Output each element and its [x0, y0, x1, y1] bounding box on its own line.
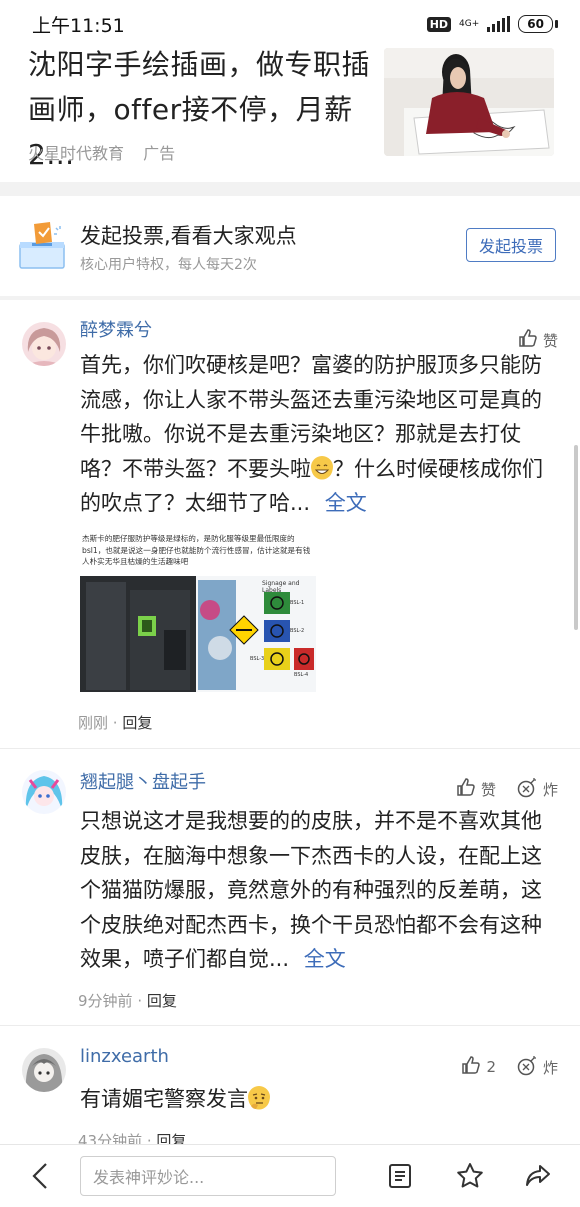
like-button[interactable]: 赞 [456, 777, 496, 801]
image-level-2: BSL-2 [290, 628, 305, 634]
comment-body: 只想说这才是我想要的的皮肤，并不是不喜欢其他皮肤，在脑海中想象一下杰西卡的人设，… [80, 804, 558, 977]
hd-badge: HD [426, 16, 452, 32]
reply-button[interactable]: 回复 [156, 1132, 186, 1144]
comment-time: 9分钟前 [78, 992, 133, 1010]
thinking-emoji-icon [248, 1086, 270, 1110]
comment-body: 有请媚宅警察发言 [80, 1082, 558, 1117]
section-divider [0, 182, 580, 196]
ad-tag: 广告 [143, 144, 176, 163]
network-label: 4G+ [459, 19, 480, 29]
image-level-4: BSL-4 [294, 672, 309, 678]
avatar[interactable] [22, 770, 66, 814]
grinning-emoji-icon [311, 455, 333, 479]
comment-username[interactable]: 醉梦霖兮 [80, 316, 152, 342]
start-vote-button[interactable]: 发起投票 [466, 228, 556, 262]
comment-meta: 刚刚 · 回复 [78, 714, 153, 732]
comment-username[interactable]: linzxearth [80, 1046, 169, 1067]
comment-time: 刚刚 [78, 714, 109, 732]
comment-input-placeholder: 发表神评妙论... [93, 1168, 205, 1187]
image-level-3: BSL-3 [250, 656, 265, 662]
reply-button[interactable]: 回复 [147, 992, 177, 1010]
ballot-box-icon [16, 220, 68, 270]
comment-divider [0, 1025, 580, 1026]
status-indicators: HD 4G+ 60 [426, 15, 558, 33]
ad-source: 火星时代教育 [28, 144, 125, 163]
bomb-button[interactable]: 炸 [516, 776, 558, 802]
image-panel-title: Signage and Labels [262, 580, 300, 594]
bomb-label: 炸 [542, 780, 558, 799]
comment-item: 翘起腿丶盘起手 赞 炸 只想说这才是我想要的的皮肤，并不是不喜欢其他皮肤，在脑海… [0, 752, 580, 1022]
comment-username[interactable]: 翘起腿丶盘起手 [80, 768, 206, 794]
avatar[interactable] [22, 1048, 66, 1092]
comment-input[interactable]: 发表神评妙论... [80, 1156, 336, 1196]
comment-body: 首先，你们吹硬核是吧？富婆的防护服顶多只能防流感，你让人家不带头盔还去重污染地区… [80, 348, 558, 521]
bomb-icon [516, 1054, 538, 1080]
comment-meta: 43分钟前 · 回复 [78, 1130, 186, 1144]
comment-meta: 9分钟前 · 回复 [78, 992, 177, 1010]
ad-card[interactable]: 沈阳字手绘插画，做专职插画师，offer接不停，月薪2... 火星时代教育 广告 [0, 48, 580, 182]
read-more-link[interactable]: 全文 [325, 491, 367, 515]
like-count: 2 [486, 1058, 496, 1076]
battery-icon: 60 [518, 15, 553, 33]
like-button[interactable]: 2 [461, 1055, 496, 1079]
signal-icon [487, 16, 511, 32]
vote-subtitle: 核心用户特权，每人每天2次 [80, 257, 257, 273]
comment-item: 醉梦霖兮 赞 首先，你们吹硬核是吧？富婆的防护服顶多只能防流感，你让人家不带头盔… [0, 300, 580, 740]
thumbs-up-icon [456, 777, 476, 801]
comment-time: 43分钟前 [78, 1132, 143, 1144]
comment-image[interactable]: 杰斯卡的肥仔服防护等级是绿标的，是防化服等级里最低限度的bsl1，也就是说这一身… [80, 530, 316, 692]
ad-meta: 火星时代教育 广告 [28, 140, 189, 164]
bottom-bar: 发表神评妙论... [0, 1144, 580, 1207]
bomb-button[interactable]: 炸 [516, 1054, 558, 1080]
comment-item: linzxearth 2 炸 有请媚宅警察发言 43分钟前 · 回复 [0, 1030, 580, 1144]
like-label: 赞 [480, 780, 496, 799]
reply-button[interactable]: 回复 [122, 714, 152, 732]
comment-text: 有请媚宅警察发言 [80, 1087, 248, 1111]
bomb-label: 炸 [542, 1058, 558, 1077]
image-level-1: BSL-1 [290, 600, 305, 606]
thumbs-up-icon [461, 1055, 481, 1079]
comment-actions: 2 炸 [461, 1054, 558, 1080]
avatar[interactable] [22, 322, 66, 366]
vote-title: 发起投票,看看大家观点 [80, 224, 297, 248]
vote-promo: 发起投票,看看大家观点 核心用户特权，每人每天2次 发起投票 [0, 196, 580, 296]
comments-list-icon[interactable] [386, 1162, 414, 1190]
battery-nub [555, 20, 558, 28]
share-icon[interactable] [524, 1162, 552, 1190]
bomb-icon [516, 776, 538, 802]
status-time: 上午11:51 [32, 14, 125, 37]
comment-actions: 赞 炸 [456, 776, 558, 802]
ad-image[interactable] [384, 48, 554, 156]
read-more-link[interactable]: 全文 [304, 947, 346, 971]
back-arrow-icon[interactable] [28, 1161, 54, 1191]
status-bar: 上午11:51 HD 4G+ 60 [0, 0, 580, 48]
star-icon[interactable] [456, 1162, 484, 1190]
comment-divider [0, 748, 580, 749]
